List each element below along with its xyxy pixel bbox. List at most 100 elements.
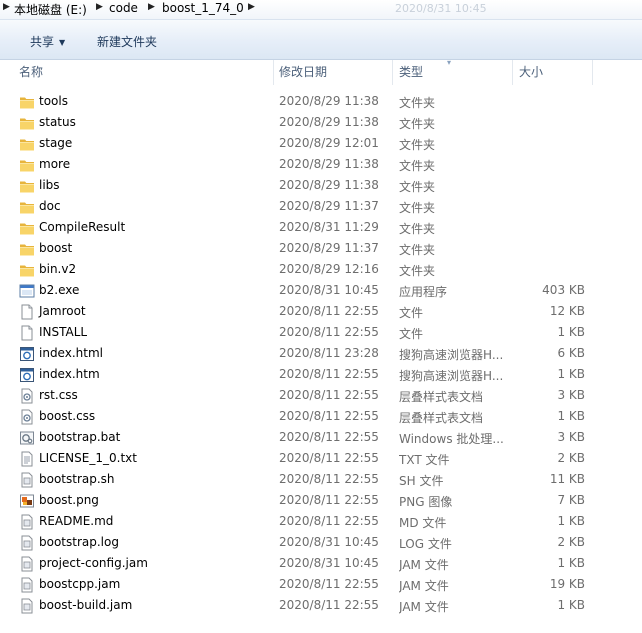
- chevron-right-icon[interactable]: ▶: [3, 2, 10, 12]
- breadcrumb-item-drive[interactable]: 本地磁盘 (E:): [14, 1, 87, 18]
- file-date-modified: 2020/8/29 11:38: [279, 94, 379, 108]
- file-date-modified: 2020/8/11 22:55: [279, 304, 379, 318]
- file-row[interactable]: INSTALL 2020/8/11 22:55 文件 1 KB: [0, 322, 642, 343]
- file-row[interactable]: boostcpp.jam 2020/8/11 22:55 JAM 文件 19 KB: [0, 574, 642, 595]
- file-row[interactable]: index.htm 2020/8/11 22:55 搜狗高速浏览器H... 1 KB: [0, 364, 642, 385]
- file-date-modified: 2020/8/31 10:45: [279, 535, 379, 549]
- file-row[interactable]: boost 2020/8/29 11:37 文件夹: [0, 238, 642, 259]
- file-name: boost-build.jam: [39, 598, 133, 612]
- file-row[interactable]: boost.css 2020/8/11 22:55 层叠样式表文档 1 KB: [0, 406, 642, 427]
- file-row[interactable]: boost-build.jam 2020/8/11 22:55 JAM 文件 1 KB: [0, 595, 642, 616]
- file-type: 文件夹: [399, 180, 436, 194]
- file-row[interactable]: doc 2020/8/29 11:37 文件夹: [0, 196, 642, 217]
- file-size: 1 KB: [557, 325, 585, 339]
- file-name: more: [39, 157, 71, 171]
- file-date-modified: 2020/8/29 11:38: [279, 157, 379, 171]
- file-date-modified: 2020/8/11 23:28: [279, 346, 379, 360]
- column-divider[interactable]: [592, 60, 593, 85]
- folder-icon: [19, 136, 35, 152]
- file-type: 文件: [399, 306, 424, 320]
- file-row[interactable]: bootstrap.bat 2020/8/11 22:55 Windows 批处理.…: [0, 427, 642, 448]
- file-date-modified: 2020/8/31 10:45: [279, 556, 379, 570]
- file-name: rst.css: [39, 388, 78, 402]
- column-header-name[interactable]: 名称: [19, 60, 43, 85]
- chevron-right-icon[interactable]: ▶: [148, 2, 155, 12]
- folder-icon: [19, 262, 35, 278]
- file-type: 文件夹: [399, 222, 436, 236]
- file-name: boost.png: [39, 493, 99, 507]
- file-row[interactable]: Jamroot 2020/8/11 22:55 文件 12 KB: [0, 301, 642, 322]
- script-file-icon: [19, 514, 35, 530]
- folder-icon: [19, 178, 35, 194]
- file-date-modified: 2020/8/29 12:16: [279, 262, 379, 276]
- chevron-right-icon[interactable]: ▶: [248, 2, 255, 12]
- folder-icon: [19, 220, 35, 236]
- file-row[interactable]: status 2020/8/29 11:38 文件夹: [0, 112, 642, 133]
- file-type: 文件: [399, 327, 424, 341]
- file-name: INSTALL: [39, 325, 88, 339]
- file-date-modified: 2020/8/11 22:55: [279, 514, 379, 528]
- image-file-icon: [19, 493, 35, 509]
- file-row[interactable]: bin.v2 2020/8/29 12:16 文件夹: [0, 259, 642, 280]
- file-name: LICENSE_1_0.txt: [39, 451, 137, 465]
- file-row[interactable]: stage 2020/8/29 12:01 文件夹: [0, 133, 642, 154]
- overlay-text: 2020/8/31 10:45: [395, 2, 487, 15]
- blank-file-icon: [19, 325, 35, 341]
- file-name: index.htm: [39, 367, 100, 381]
- file-name: README.md: [39, 514, 114, 528]
- file-size: 2 KB: [557, 451, 585, 465]
- chevron-right-icon[interactable]: ▶: [96, 2, 103, 12]
- column-divider[interactable]: [273, 60, 274, 85]
- breadcrumb-item-boost[interactable]: boost_1_74_0: [162, 1, 244, 15]
- file-type: 层叠样式表文档: [399, 390, 484, 404]
- file-row[interactable]: bootstrap.sh 2020/8/11 22:55 SH 文件 11 KB: [0, 469, 642, 490]
- file-type: LOG 文件: [399, 537, 452, 551]
- folder-icon: [19, 199, 35, 215]
- file-row[interactable]: libs 2020/8/29 11:38 文件夹: [0, 175, 642, 196]
- file-name: b2.exe: [39, 283, 80, 297]
- file-row[interactable]: CompileResult 2020/8/31 11:29 文件夹: [0, 217, 642, 238]
- file-type: TXT 文件: [399, 453, 450, 467]
- file-date-modified: 2020/8/11 22:55: [279, 451, 379, 465]
- file-row[interactable]: rst.css 2020/8/11 22:55 层叠样式表文档 3 KB: [0, 385, 642, 406]
- column-divider[interactable]: [392, 60, 393, 85]
- file-date-modified: 2020/8/11 22:55: [279, 577, 379, 591]
- new-folder-button[interactable]: 新建文件夹: [97, 33, 157, 50]
- file-date-modified: 2020/8/11 22:55: [279, 367, 379, 381]
- file-row[interactable]: bootstrap.log 2020/8/31 10:45 LOG 文件 2 KB: [0, 532, 642, 553]
- file-type: PNG 图像: [399, 495, 453, 509]
- file-name: tools: [39, 94, 68, 108]
- file-row[interactable]: b2.exe 2020/8/31 10:45 应用程序 403 KB: [0, 280, 642, 301]
- file-type: 应用程序: [399, 285, 448, 299]
- column-header-size[interactable]: 大小: [519, 60, 543, 85]
- file-row[interactable]: index.html 2020/8/11 23:28 搜狗高速浏览器H... 6 KB: [0, 343, 642, 364]
- file-date-modified: 2020/8/11 22:55: [279, 409, 379, 423]
- file-type: 文件夹: [399, 117, 436, 131]
- file-row[interactable]: README.md 2020/8/11 22:55 MD 文件 1 KB: [0, 511, 642, 532]
- file-name: index.html: [39, 346, 103, 360]
- folder-icon: [19, 241, 35, 257]
- file-type: 文件夹: [399, 159, 436, 173]
- column-divider[interactable]: [512, 60, 513, 85]
- file-name: Jamroot: [39, 304, 86, 318]
- file-date-modified: 2020/8/31 11:29: [279, 220, 379, 234]
- folder-icon: [19, 94, 35, 110]
- file-row[interactable]: project-config.jam 2020/8/31 10:45 JAM 文件 1…: [0, 553, 642, 574]
- file-name: bootstrap.log: [39, 535, 119, 549]
- script-file-icon: [19, 535, 35, 551]
- share-button[interactable]: 共享 ▼: [30, 33, 65, 50]
- file-row[interactable]: more 2020/8/29 11:38 文件夹: [0, 154, 642, 175]
- file-row[interactable]: boost.png 2020/8/11 22:55 PNG 图像 7 KB: [0, 490, 642, 511]
- file-size: 1 KB: [557, 367, 585, 381]
- file-type: JAM 文件: [399, 600, 449, 614]
- column-header-date[interactable]: 修改日期: [279, 60, 327, 85]
- file-row[interactable]: tools 2020/8/29 11:38 文件夹: [0, 91, 642, 112]
- column-header-type[interactable]: 类型: [399, 60, 423, 85]
- file-size: 3 KB: [557, 388, 585, 402]
- file-date-modified: 2020/8/11 22:55: [279, 325, 379, 339]
- script-file-icon: [19, 577, 35, 593]
- file-date-modified: 2020/8/29 11:38: [279, 115, 379, 129]
- breadcrumb-item-code[interactable]: code: [109, 1, 138, 15]
- file-date-modified: 2020/8/29 11:37: [279, 241, 379, 255]
- file-row[interactable]: LICENSE_1_0.txt 2020/8/11 22:55 TXT 文件 2 KB: [0, 448, 642, 469]
